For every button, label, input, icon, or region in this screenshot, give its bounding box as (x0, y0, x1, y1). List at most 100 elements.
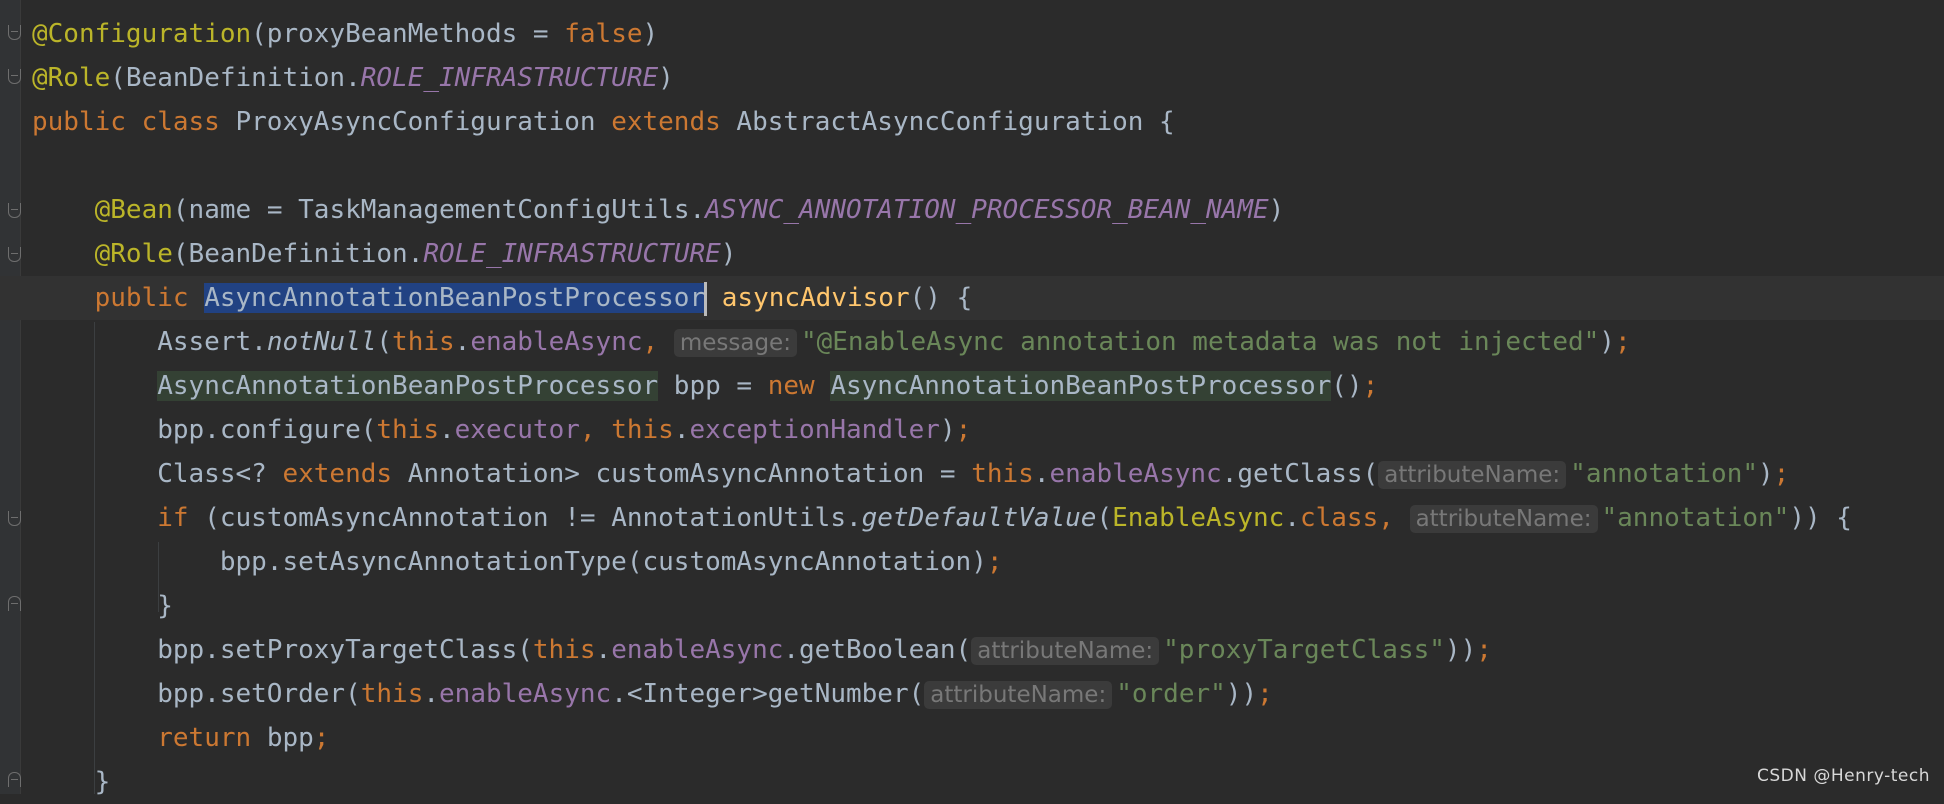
code-token: this (611, 415, 674, 445)
code-line[interactable] (0, 144, 1944, 188)
code-line[interactable]: if (customAsyncAnnotation != AnnotationU… (0, 496, 1944, 540)
parameter-hint: attributeName: (924, 681, 1113, 709)
code-line[interactable]: return bpp; (0, 716, 1944, 760)
code-token: return (157, 723, 267, 753)
code-token: asyncAdvisor (721, 283, 910, 313)
code-token: . (1284, 503, 1300, 533)
code-token: this (392, 327, 455, 357)
code-token: . (454, 327, 471, 357)
parameter-hint: message: (673, 329, 797, 357)
code-token: this (360, 679, 424, 709)
code-line[interactable]: } (0, 760, 1944, 804)
code-token: notNull (266, 327, 377, 357)
code-token: .<Integer>getNumber( (611, 679, 925, 709)
code-token: ) (1268, 195, 1285, 225)
code-token: ROLE_INFRASTRUCTURE (423, 239, 721, 269)
code-line-text: if (customAsyncAnnotation != AnnotationU… (32, 496, 1852, 541)
code-token: enableAsync (439, 679, 612, 709)
code-token: } (32, 767, 111, 797)
code-token: () (1331, 371, 1363, 401)
code-token: ) (939, 415, 956, 445)
code-token: executor (454, 415, 580, 445)
code-line-text: public class ProxyAsyncConfiguration ext… (32, 100, 1175, 144)
code-token: ; (1476, 635, 1492, 665)
code-token: "order" (1116, 679, 1226, 709)
code-token: (customAsyncAnnotation != AnnotationUtil… (204, 503, 862, 533)
code-line[interactable]: bpp.setOrder(this.enableAsync.<Integer>g… (0, 672, 1944, 716)
code-line[interactable]: public class ProxyAsyncConfiguration ext… (0, 100, 1944, 144)
code-line[interactable]: Assert.notNull(this.enableAsync, message… (0, 320, 1944, 364)
code-line-text: @Role(BeanDefinition.ROLE_INFRASTRUCTURE… (32, 56, 674, 100)
code-token: @Configuration (32, 19, 252, 49)
code-token: . (423, 679, 440, 709)
code-token: ) (1758, 459, 1774, 489)
code-token: Class<? (32, 459, 283, 489)
code-token: ; (313, 723, 330, 753)
code-token: Annotation> customAsyncAnnotation = (407, 459, 972, 489)
code-token: "annotation" (1601, 503, 1790, 533)
code-line[interactable]: } (0, 584, 1944, 628)
code-token: .getClass( (1221, 459, 1379, 489)
code-token: ASYNC_ANNOTATION_PROCESSOR_BEAN_NAME (705, 195, 1269, 225)
code-token: enableAsync (470, 327, 643, 357)
highlighted-reference: AsyncAnnotationBeanPostProcessor (157, 371, 659, 401)
code-token: bpp (266, 723, 314, 753)
code-token: getDefaultValue (861, 503, 1097, 533)
code-line-text: } (32, 760, 111, 804)
code-token: enableAsync (611, 635, 784, 665)
code-token: . (673, 415, 690, 445)
code-token: , (579, 415, 612, 445)
code-line-text: @Bean(name = TaskManagementConfigUtils.A… (32, 188, 1285, 232)
code-token: ; (955, 415, 972, 445)
code-token: @Role (94, 239, 173, 269)
code-token: ) (1599, 327, 1615, 357)
code-token: exceptionHandler (689, 415, 940, 445)
code-editor[interactable]: @Configuration(proxyBeanMethods = false)… (0, 0, 1944, 797)
highlighted-reference: AsyncAnnotationBeanPostProcessor (830, 371, 1332, 401)
code-token: "@EnableAsync annotation metadata was no… (800, 327, 1600, 357)
code-token: public (94, 283, 205, 313)
code-token: ProxyAsyncConfiguration (235, 107, 612, 137)
code-token: public class (32, 107, 236, 137)
code-token: this (376, 415, 439, 445)
code-token: ) (658, 63, 674, 93)
code-token: ; (1362, 371, 1379, 401)
code-token: (BeanDefinition. (110, 63, 361, 93)
code-token: . (595, 635, 612, 665)
code-token: AbstractAsyncConfiguration { (736, 107, 1175, 137)
code-token: this (532, 635, 596, 665)
code-token: bpp.setOrder( (32, 679, 361, 709)
code-line[interactable]: @Configuration(proxyBeanMethods = false) (0, 12, 1944, 56)
code-line[interactable]: bpp.configure(this.executor, this.except… (0, 408, 1944, 452)
code-line[interactable]: bpp.setProxyTargetClass(this.enableAsync… (0, 628, 1944, 672)
code-token: (name = TaskManagementConfigUtils. (172, 195, 706, 225)
code-token: new (767, 371, 831, 401)
code-line[interactable]: AsyncAnnotationBeanPostProcessor bpp = n… (0, 364, 1944, 408)
code-token: bpp = (658, 371, 768, 401)
code-token: (proxyBeanMethods = (251, 19, 565, 49)
code-line-text: bpp.setProxyTargetClass(this.enableAsync… (32, 628, 1492, 673)
code-line[interactable]: @Bean(name = TaskManagementConfigUtils.A… (0, 188, 1944, 232)
code-line[interactable]: @Role(BeanDefinition.ROLE_INFRASTRUCTURE… (0, 56, 1944, 100)
code-token: extends (611, 107, 737, 137)
code-line[interactable]: Class<? extends Annotation> customAsyncA… (0, 452, 1944, 496)
code-line-current[interactable]: public AsyncAnnotationBeanPostProcessor … (0, 276, 1944, 320)
code-line-text: bpp.setAsyncAnnotationType(customAsyncAn… (32, 540, 1003, 584)
code-line[interactable]: @Role(BeanDefinition.ROLE_INFRASTRUCTURE… (0, 232, 1944, 276)
code-token: EnableAsync (1112, 503, 1285, 533)
code-token: .getBoolean( (783, 635, 972, 665)
code-token: @Role (32, 63, 111, 93)
code-token: ) (720, 239, 737, 269)
parameter-hint: attributeName: (1378, 461, 1567, 489)
code-token: ; (1614, 327, 1631, 357)
code-line[interactable]: bpp.setAsyncAnnotationType(customAsyncAn… (0, 540, 1944, 584)
code-token: false (564, 19, 643, 49)
code-token: (BeanDefinition. (172, 239, 424, 269)
